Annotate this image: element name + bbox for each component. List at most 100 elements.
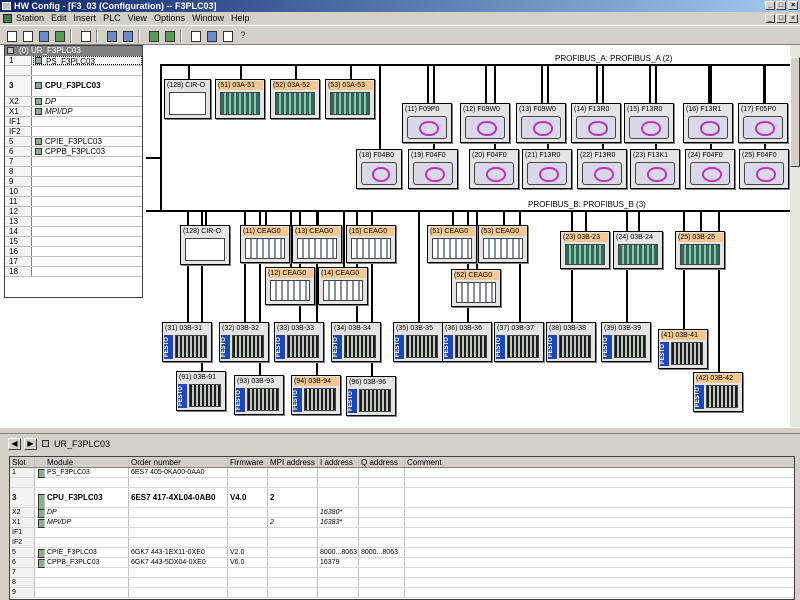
catalog-icon[interactable] bbox=[188, 28, 202, 42]
rack-icon[interactable] bbox=[162, 28, 176, 42]
slot-module[interactable]: CPU_F3PLC03 bbox=[33, 76, 142, 96]
maximize-button[interactable]: □ bbox=[776, 1, 786, 10]
network-node[interactable]: (38) 03B-38 bbox=[546, 322, 596, 362]
network-node[interactable]: (16) F13R1 bbox=[683, 103, 733, 143]
detail-table[interactable]: Slot Module Order number Firmware MPI ad… bbox=[9, 456, 795, 600]
slot-module[interactable] bbox=[33, 227, 142, 236]
rack-slot[interactable]: 18 bbox=[5, 267, 142, 277]
open-icon[interactable] bbox=[20, 28, 34, 42]
table-row[interactable]: X1 MPI/DP 2 16383* bbox=[10, 518, 794, 528]
network-node[interactable]: (17) F05P0 bbox=[738, 103, 788, 143]
network-node[interactable]: (93) 03B-93 bbox=[234, 375, 284, 415]
header-order-number[interactable]: Order number bbox=[129, 457, 228, 467]
slot-module[interactable] bbox=[33, 237, 142, 246]
network-node[interactable]: (42) 03B-42 bbox=[693, 372, 743, 412]
slot-module[interactable] bbox=[33, 197, 142, 206]
slot-module[interactable] bbox=[33, 66, 142, 75]
network-node[interactable]: (94) 03B-94 bbox=[291, 375, 341, 415]
minimize-button[interactable]: _ bbox=[765, 1, 775, 10]
slot-module[interactable]: PS_F3PLC03 bbox=[33, 56, 142, 65]
header-firmware[interactable]: Firmware bbox=[228, 457, 268, 467]
doc-minimize-button[interactable]: _ bbox=[765, 14, 775, 23]
network-node[interactable]: (128) CIR-O bbox=[164, 79, 211, 119]
network-node[interactable]: (25) 03B-25 bbox=[675, 231, 725, 269]
network-node[interactable]: (51) 03A-51 bbox=[215, 79, 265, 119]
rack-slot[interactable]: X1 MPI/DP bbox=[5, 107, 142, 117]
network-node[interactable]: (36) 03B-36 bbox=[442, 322, 492, 362]
slot-module[interactable]: MPI/DP bbox=[33, 107, 142, 116]
header-slot[interactable]: Slot bbox=[10, 457, 35, 467]
slot-module[interactable] bbox=[33, 187, 142, 196]
network-node[interactable]: (35) 03B-35 bbox=[393, 322, 443, 362]
network-node[interactable]: (53) 03A-53 bbox=[325, 79, 375, 119]
network-node[interactable]: (21) F13R0 bbox=[522, 149, 572, 189]
network-node[interactable]: (34) 03B-34 bbox=[331, 322, 381, 362]
rack-slot[interactable]: 17 bbox=[5, 257, 142, 267]
rack-slot[interactable]: 8 bbox=[5, 167, 142, 177]
save-icon[interactable] bbox=[36, 28, 50, 42]
network-node[interactable]: (12) CEAG0 bbox=[265, 267, 315, 305]
network-node[interactable]: (13) F09W0 bbox=[516, 103, 566, 143]
network-node[interactable]: (52) 03A-52 bbox=[270, 79, 320, 119]
slot-module[interactable] bbox=[33, 127, 142, 136]
table-row[interactable]: 3 CPU_F3PLC03 6ES7 417-4XL04-0AB0 V4.0 2 bbox=[10, 488, 794, 513]
rack-slot[interactable]: 3 CPU_F3PLC03 bbox=[5, 76, 142, 97]
table-row[interactable] bbox=[10, 478, 794, 488]
forward-icon[interactable]: ▶ bbox=[24, 438, 37, 450]
diagnose-icon[interactable] bbox=[220, 28, 234, 42]
header-comment[interactable]: Comment bbox=[405, 457, 794, 467]
header-module[interactable]: Module bbox=[35, 457, 129, 467]
network-node[interactable]: (23) 03B-23 bbox=[560, 231, 610, 269]
table-row[interactable]: 5 CPIE_F3PLC03 6GK7 443-1EX11-0XE0 V2.0 8000… bbox=[10, 548, 794, 558]
network-node[interactable]: (51) CEAG0 bbox=[427, 225, 477, 263]
pane-splitter[interactable] bbox=[0, 427, 800, 434]
network-node[interactable]: (96) 03B-96 bbox=[346, 376, 396, 416]
network-node[interactable]: (19) F04F0 bbox=[408, 149, 458, 189]
menu-view[interactable]: View bbox=[128, 12, 147, 25]
network-node[interactable]: (14) CEAG0 bbox=[318, 267, 368, 305]
network-node[interactable]: (20) F04F0 bbox=[469, 149, 519, 189]
network-node[interactable]: (11) CEAG0 bbox=[240, 225, 290, 263]
header-q-address[interactable]: Q address bbox=[359, 457, 405, 467]
network-node[interactable]: (32) 03B-32 bbox=[219, 322, 269, 362]
menu-edit[interactable]: Edit bbox=[51, 12, 67, 25]
network-node[interactable]: (15) F13R0 bbox=[624, 103, 674, 143]
table-row[interactable]: 9 bbox=[10, 588, 794, 598]
print-icon[interactable] bbox=[78, 28, 92, 42]
network-node[interactable]: (31) 03B-31 bbox=[162, 322, 212, 362]
slot-module[interactable] bbox=[33, 217, 142, 226]
new-icon[interactable] bbox=[4, 28, 18, 42]
network-node[interactable]: (33) 03B-33 bbox=[274, 322, 324, 362]
slot-module[interactable]: DP bbox=[33, 97, 142, 106]
table-row[interactable]: IF2 bbox=[10, 538, 794, 548]
network-node[interactable]: (13) CEAG0 bbox=[292, 225, 342, 263]
table-row[interactable]: X2 DP 16380* bbox=[10, 508, 794, 518]
properties-icon[interactable] bbox=[204, 28, 218, 42]
rack-slot[interactable]: IF2 bbox=[5, 127, 142, 137]
network-node[interactable]: (18) F04B0 bbox=[356, 149, 402, 189]
rack-slot[interactable]: 6 CPPB_F3PLC03 bbox=[5, 147, 142, 157]
header-i-address[interactable]: I address bbox=[318, 457, 359, 467]
menu-plc[interactable]: PLC bbox=[103, 12, 121, 25]
rack-slot[interactable]: 7 bbox=[5, 157, 142, 167]
slot-module[interactable]: CPPB_F3PLC03 bbox=[33, 147, 142, 156]
download-icon[interactable] bbox=[104, 28, 118, 42]
network-node[interactable]: (24) F04F0 bbox=[685, 149, 735, 189]
table-row[interactable]: 8 bbox=[10, 578, 794, 588]
network-node[interactable]: (25) F04F0 bbox=[739, 149, 789, 189]
slot-module[interactable]: CPIE_F3PLC03 bbox=[33, 137, 142, 146]
help-icon[interactable]: ? bbox=[236, 28, 250, 42]
menu-window[interactable]: Window bbox=[192, 12, 224, 25]
menu-help[interactable]: Help bbox=[231, 12, 250, 25]
network-node[interactable]: (53) CEAG0 bbox=[478, 225, 528, 263]
rack-slot[interactable]: 10 bbox=[5, 187, 142, 197]
network-node[interactable]: (12) F09W0 bbox=[460, 103, 510, 143]
back-icon[interactable]: ◀ bbox=[8, 438, 21, 450]
slot-module[interactable] bbox=[33, 117, 142, 126]
network-node[interactable]: (15) CEAG0 bbox=[346, 225, 396, 263]
rack-slot[interactable]: 16 bbox=[5, 247, 142, 257]
network-node[interactable]: (41) 03B-41 bbox=[658, 329, 708, 369]
rack-slot[interactable]: 13 bbox=[5, 217, 142, 227]
doc-close-button[interactable]: × bbox=[788, 14, 798, 23]
menu-station[interactable]: Station bbox=[16, 12, 44, 25]
